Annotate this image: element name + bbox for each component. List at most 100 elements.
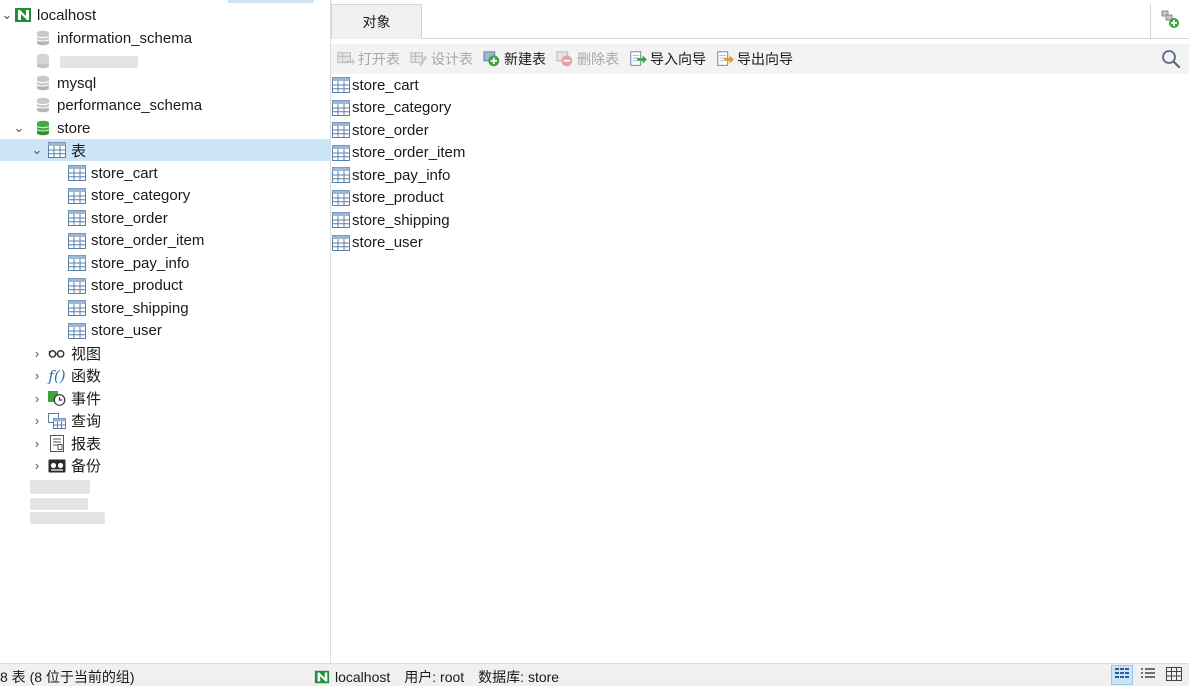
chevron-down-icon[interactable]: ⌄	[0, 4, 14, 26]
tree-label: store_order	[91, 209, 168, 227]
tree-table-item[interactable]: store_cart	[0, 162, 330, 184]
object-item[interactable]: store_category	[331, 97, 1189, 120]
table-icon	[68, 164, 86, 182]
tree-label: 事件	[71, 390, 102, 408]
query-icon	[48, 412, 66, 430]
status-object-count: 8 表 (8 位于当前的组)	[0, 669, 135, 685]
view-icon	[48, 344, 66, 362]
detail-view-button[interactable]	[1163, 665, 1185, 685]
chevron-right-icon[interactable]: ›	[30, 342, 44, 364]
tree-node-events[interactable]: › 事件	[0, 387, 330, 409]
object-item[interactable]: store_cart	[331, 74, 1189, 97]
tree-db-information-schema[interactable]: information_schema	[0, 27, 330, 49]
open-table-label: 打开表	[358, 51, 400, 67]
object-label: store_product	[352, 189, 444, 207]
design-table-button[interactable]: 设计表	[410, 49, 473, 69]
tree-table-item[interactable]: store_user	[0, 320, 330, 342]
redacted-block	[30, 480, 90, 494]
detail-view-icon	[1166, 666, 1182, 684]
tab-objects[interactable]: 对象	[331, 4, 422, 39]
tree-connection-localhost[interactable]: ⌄ localhost	[0, 4, 330, 26]
tree-label: information_schema	[57, 29, 193, 47]
object-label: store_pay_info	[352, 166, 451, 184]
status-database: 数据库: store	[478, 669, 560, 685]
grid-view-button[interactable]	[1111, 665, 1133, 685]
tree-table-item[interactable]: store_category	[0, 185, 330, 207]
tree-label: 视图	[71, 345, 102, 363]
search-icon	[1161, 50, 1181, 73]
import-icon	[629, 50, 647, 68]
import-wizard-button[interactable]: 导入向导	[629, 49, 706, 69]
table-icon	[332, 189, 350, 207]
tree-db-store[interactable]: ⌄ store	[0, 117, 330, 139]
tree-table-item[interactable]: store_product	[0, 275, 330, 297]
open-table-button[interactable]: 打开表	[337, 49, 400, 69]
table-icon	[332, 211, 350, 229]
function-icon: f()	[48, 366, 66, 385]
new-table-button[interactable]: 新建表	[483, 49, 546, 69]
tree-node-reports[interactable]: › 报表	[0, 432, 330, 454]
object-item[interactable]: store_user	[331, 232, 1189, 255]
new-tab-button[interactable]	[1150, 4, 1189, 38]
chevron-right-icon[interactable]: ›	[30, 365, 44, 387]
view-mode-switch	[1107, 665, 1185, 685]
add-tab-icon	[1160, 9, 1180, 33]
status-bar: 8 表 (8 位于当前的组) localhost 用户: root 数据库: s…	[0, 663, 1189, 686]
delete-table-icon	[556, 50, 574, 68]
object-label: store_order_item	[352, 144, 466, 162]
redacted-label	[60, 56, 138, 68]
table-icon	[68, 232, 86, 250]
tree-node-views[interactable]: › 视图	[0, 342, 330, 364]
object-toolbar: 打开表 设计表 新建表 删除表 导入向导 导出向导	[331, 44, 1189, 74]
database-active-icon	[34, 119, 52, 137]
tree-table-item[interactable]: store_order_item	[0, 230, 330, 252]
tree-label: localhost	[37, 6, 97, 24]
table-icon	[68, 187, 86, 205]
objects-panel: 对象 打开表 设计表 新建表 删除表 导入向导 导出向导 store_cart …	[331, 0, 1189, 663]
chevron-right-icon[interactable]: ›	[30, 410, 44, 432]
chevron-right-icon[interactable]: ›	[30, 387, 44, 409]
tree-table-item[interactable]: store_shipping	[0, 297, 330, 319]
tree-node-functions[interactable]: › f() 函数	[0, 365, 330, 387]
object-item[interactable]: store_product	[331, 187, 1189, 210]
chevron-right-icon[interactable]: ›	[30, 455, 44, 477]
design-table-icon	[410, 50, 428, 68]
tree-db-mysql[interactable]: mysql	[0, 72, 330, 94]
tree-table-item[interactable]: store_pay_info	[0, 252, 330, 274]
backup-icon	[48, 457, 66, 475]
list-view-icon	[1140, 667, 1156, 684]
export-wizard-button[interactable]: 导出向导	[716, 49, 793, 69]
tree-node-tables[interactable]: ⌄ 表	[0, 139, 330, 161]
object-item[interactable]: store_shipping	[331, 209, 1189, 232]
tree-label: store_category	[91, 187, 191, 204]
delete-table-button[interactable]: 删除表	[556, 49, 619, 69]
list-view-button[interactable]	[1137, 665, 1159, 685]
export-wizard-label: 导出向导	[737, 51, 793, 67]
object-item[interactable]: store_pay_info	[331, 164, 1189, 187]
object-item[interactable]: store_order	[331, 119, 1189, 142]
grid-view-icon	[1114, 667, 1130, 684]
object-item[interactable]: store_order_item	[331, 142, 1189, 165]
chevron-down-icon[interactable]: ⌄	[12, 117, 26, 139]
connection-icon	[14, 6, 32, 24]
tree-table-item[interactable]: store_order	[0, 207, 330, 229]
table-icon	[68, 254, 86, 272]
chevron-right-icon[interactable]: ›	[30, 432, 44, 454]
tree-label: 报表	[71, 435, 102, 453]
table-icon	[332, 234, 350, 252]
tree-node-queries[interactable]: › 查询	[0, 410, 330, 432]
tab-bar: 对象	[331, 4, 1189, 39]
object-label: store_user	[352, 234, 423, 252]
tree-db-performance-schema[interactable]: performance_schema	[0, 94, 330, 116]
tree-label: 函数	[71, 368, 102, 385]
tree-node-backups[interactable]: › 备份	[0, 455, 330, 477]
search-button[interactable]	[1161, 49, 1181, 73]
tree-label: store_pay_info	[91, 254, 190, 272]
status-user: 用户: root	[404, 669, 465, 685]
chevron-down-icon[interactable]: ⌄	[30, 139, 44, 161]
tree-db-redacted[interactable]	[0, 50, 330, 72]
tree-label: store_shipping	[91, 299, 189, 317]
redacted-block	[30, 512, 105, 524]
database-icon	[34, 52, 52, 70]
sidebar-top-highlight	[228, 0, 314, 3]
